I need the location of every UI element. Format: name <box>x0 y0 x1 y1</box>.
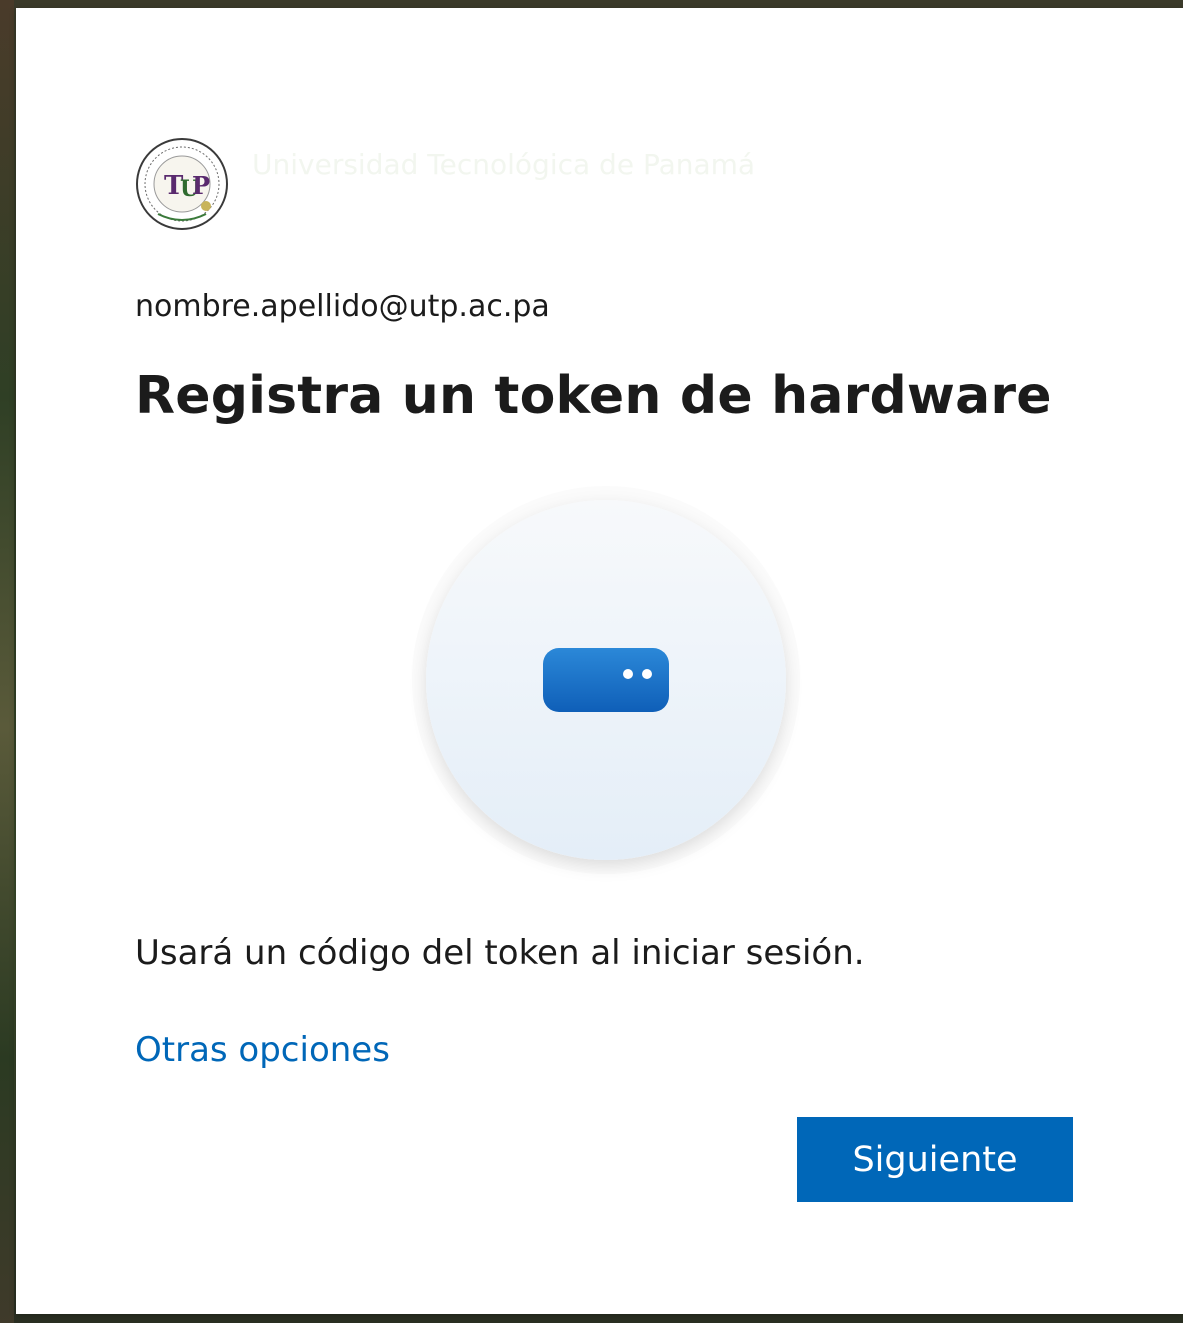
account-email: nombre.apellido@utp.ac.pa <box>135 289 550 324</box>
next-button[interactable]: Siguiente <box>797 1117 1073 1202</box>
other-options-link[interactable]: Otras opciones <box>135 1030 390 1070</box>
description-text: Usará un código del token al iniciar ses… <box>135 933 865 973</box>
background-photo <box>0 0 14 1323</box>
page-title: Registra un token de hardware <box>135 366 1052 426</box>
hardware-token-icon <box>406 484 806 884</box>
svg-text:P: P <box>192 171 210 200</box>
sign-in-dialog: T U P Universidad Tecnológica de Panamá … <box>16 8 1183 1314</box>
organization-logo-icon: T U P <box>134 136 230 232</box>
organization-name: Universidad Tecnológica de Panamá <box>252 148 756 181</box>
